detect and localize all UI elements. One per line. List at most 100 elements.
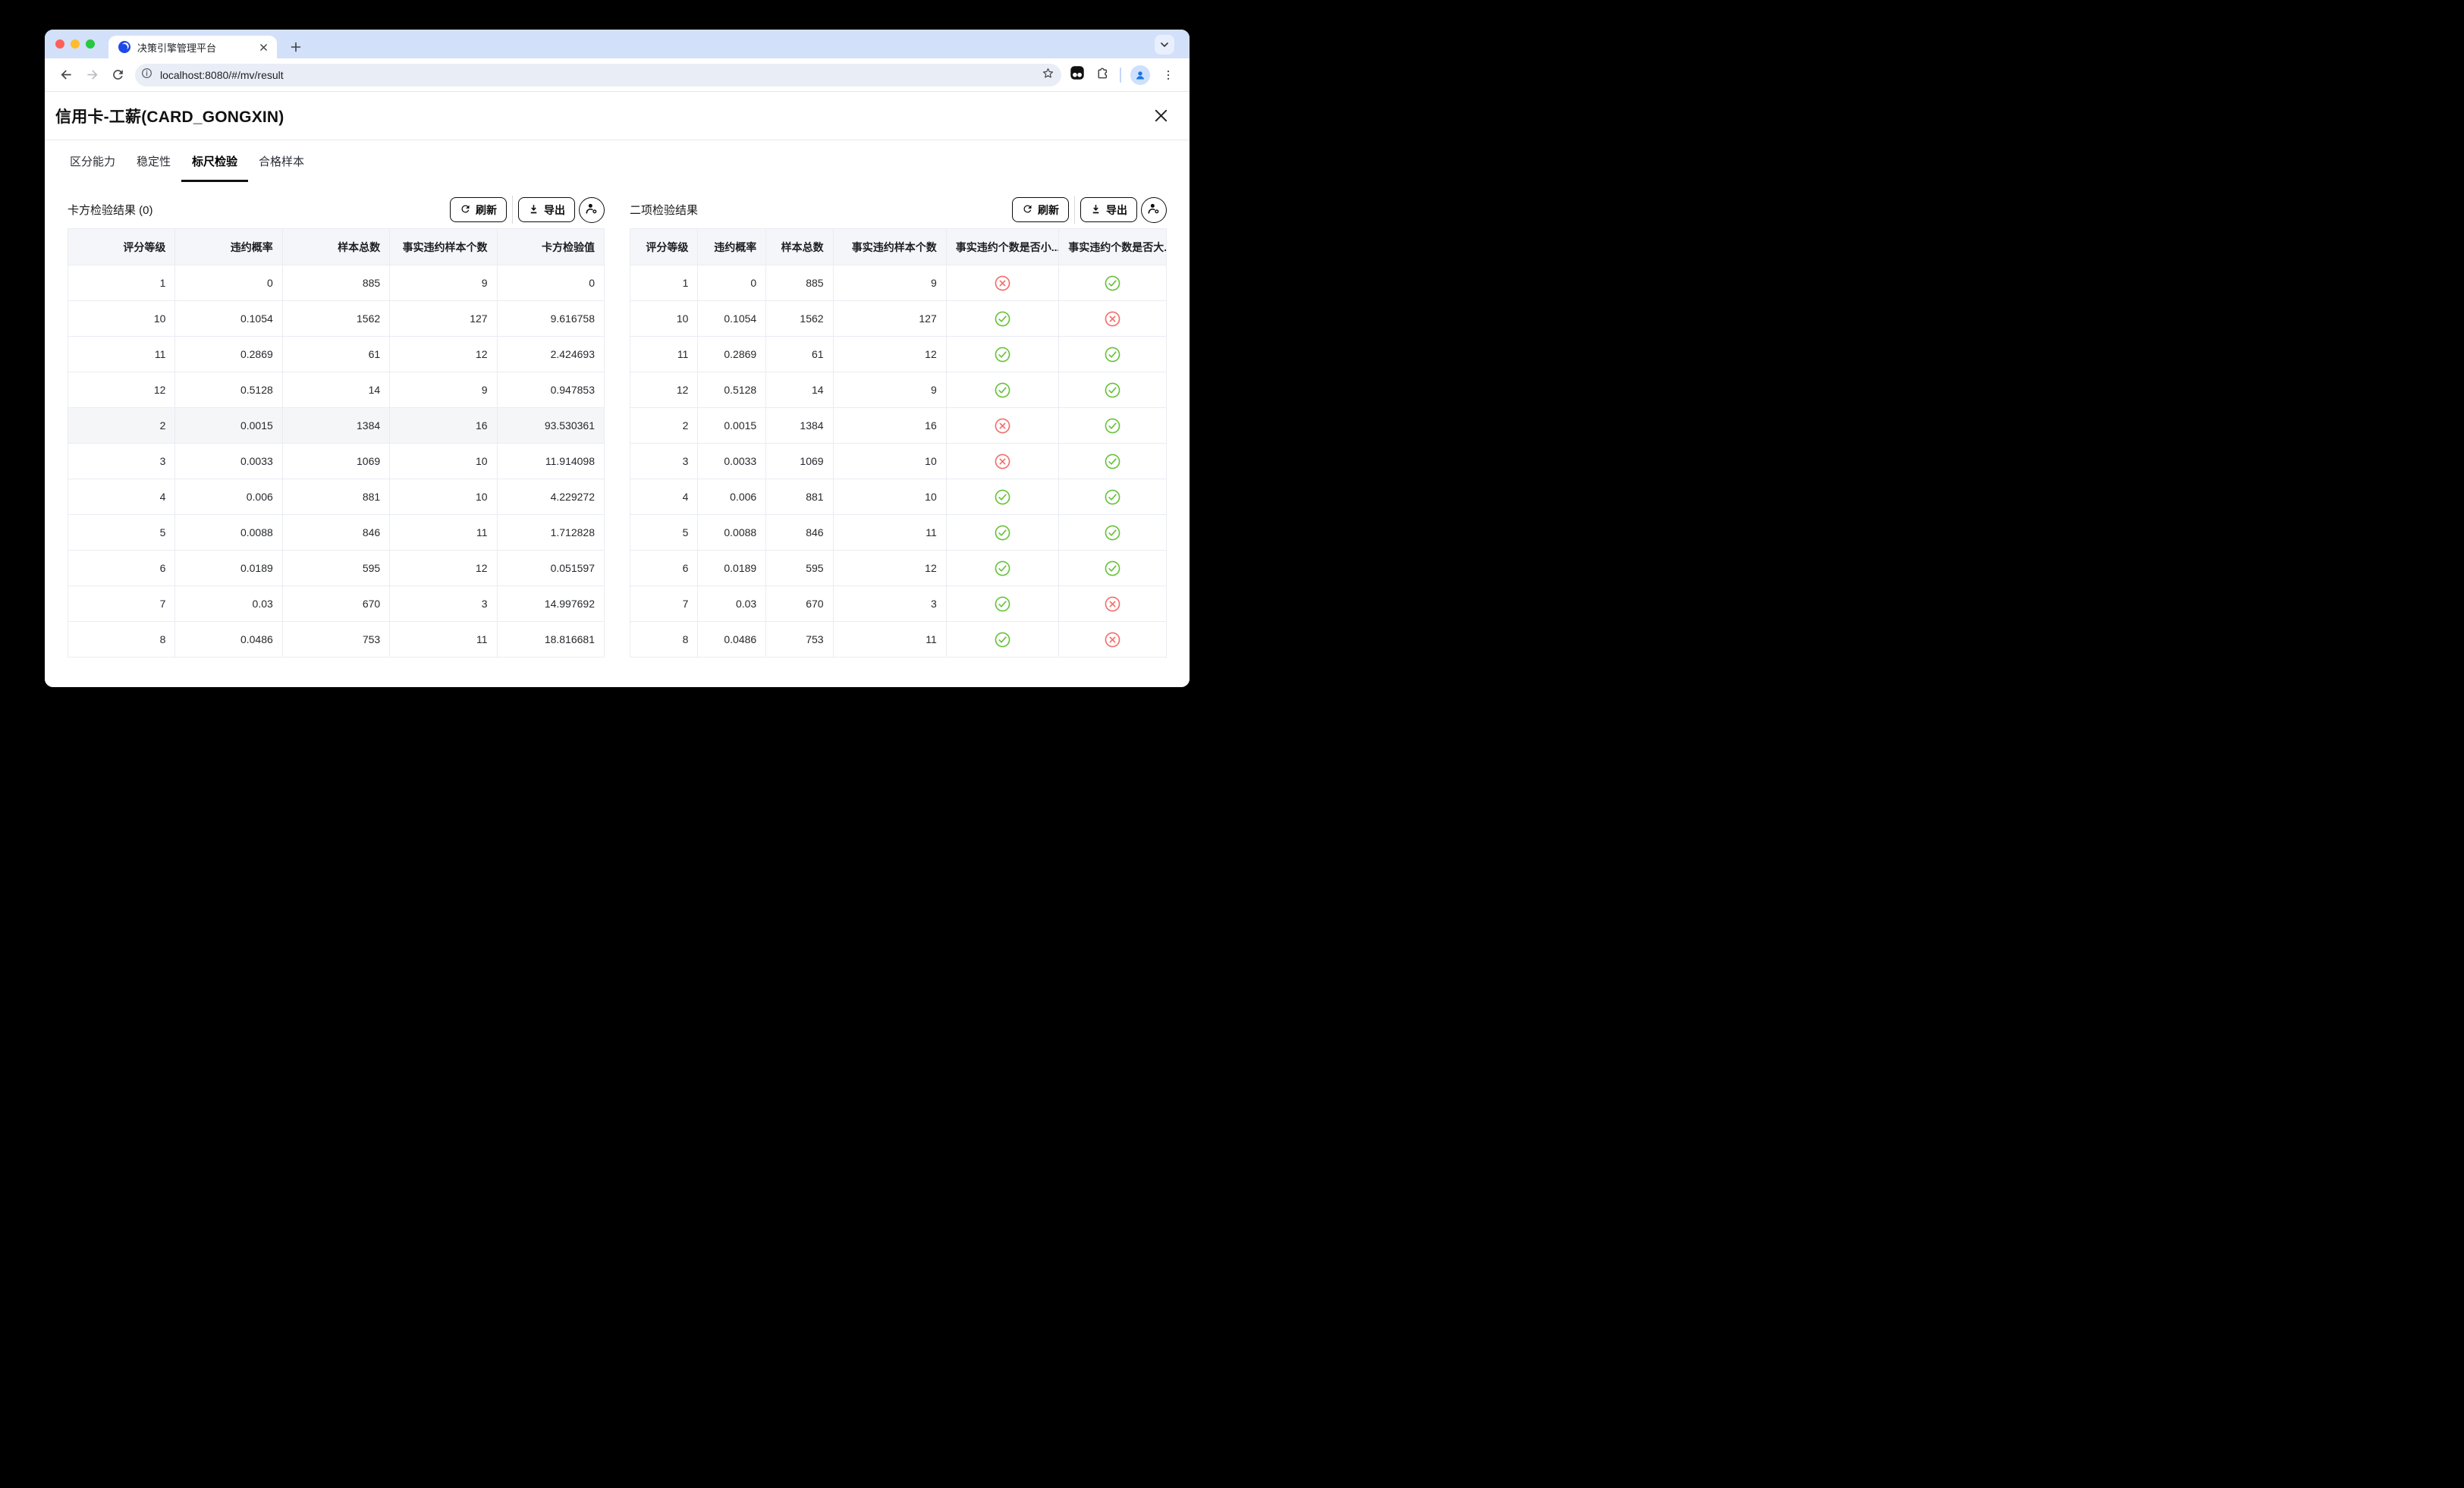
tab-close-icon[interactable] bbox=[257, 41, 269, 53]
cell bbox=[1059, 622, 1167, 658]
cell: 2 bbox=[630, 408, 698, 444]
page-tab-0[interactable]: 区分能力 bbox=[59, 153, 126, 182]
table-row: 60.018959512 bbox=[630, 551, 1167, 586]
cell: 18.816681 bbox=[497, 622, 604, 658]
cell: 0.5128 bbox=[698, 372, 766, 408]
cell: 14.997692 bbox=[497, 586, 604, 622]
cell: 846 bbox=[766, 515, 833, 551]
address-bar[interactable]: localhost:8080/#/mv/result bbox=[135, 64, 1061, 86]
cell bbox=[1059, 551, 1167, 586]
cell: 3 bbox=[630, 444, 698, 479]
site-info-icon[interactable] bbox=[140, 66, 154, 84]
cell: 0.006 bbox=[698, 479, 766, 515]
export-button[interactable]: 导出 bbox=[518, 197, 575, 222]
extension-badge-icon[interactable] bbox=[1069, 64, 1086, 85]
cell: 1384 bbox=[766, 408, 833, 444]
cell: 595 bbox=[766, 551, 833, 586]
page-content: 信用卡-工薪(CARD_GONGXIN) 区分能力稳定性标尺检验合格样本 卡方检… bbox=[45, 92, 1190, 687]
cell bbox=[946, 337, 1058, 372]
page-tab-2[interactable]: 标尺检验 bbox=[181, 153, 248, 182]
cell: 0.947853 bbox=[497, 372, 604, 408]
table-row: 40.006881104.229272 bbox=[68, 479, 605, 515]
new-tab-button[interactable] bbox=[286, 37, 306, 57]
cell: 0 bbox=[698, 265, 766, 301]
column-header: 样本总数 bbox=[766, 229, 833, 265]
pass-icon bbox=[995, 489, 1010, 505]
cell bbox=[946, 301, 1058, 337]
cell: 12 bbox=[833, 551, 946, 586]
column-settings-button[interactable] bbox=[1141, 197, 1167, 223]
dialog-close-icon[interactable] bbox=[1152, 107, 1170, 125]
cell: 1 bbox=[68, 265, 175, 301]
column-header: 评分等级 bbox=[68, 229, 175, 265]
cell: 11.914098 bbox=[497, 444, 604, 479]
table-row: 20.001513841693.530361 bbox=[68, 408, 605, 444]
browser-tab-title: 决策引擎管理平台 bbox=[137, 40, 257, 55]
page-tab-1[interactable]: 稳定性 bbox=[126, 153, 181, 182]
cell bbox=[1059, 265, 1167, 301]
extensions-puzzle-icon[interactable] bbox=[1095, 65, 1111, 85]
cell: 7 bbox=[630, 586, 698, 622]
refresh-icon bbox=[460, 203, 471, 217]
cell bbox=[946, 265, 1058, 301]
cell: 14 bbox=[766, 372, 833, 408]
profile-avatar[interactable] bbox=[1130, 65, 1150, 85]
cell: 0.5128 bbox=[175, 372, 282, 408]
cell: 9 bbox=[390, 265, 497, 301]
panel-head: 二项检验结果 刷新 导出 bbox=[630, 197, 1167, 222]
cell: 0.0486 bbox=[175, 622, 282, 658]
cell: 10 bbox=[833, 444, 946, 479]
table-header-row: 评分等级违约概率样本总数事实违约样本个数事实违约个数是否小...事实违约个数是否… bbox=[630, 229, 1167, 265]
cell bbox=[1059, 586, 1167, 622]
browser-tab-strip: 决策引擎管理平台 bbox=[45, 30, 1190, 58]
cell: 0.1054 bbox=[698, 301, 766, 337]
cell: 5 bbox=[630, 515, 698, 551]
page-tab-3[interactable]: 合格样本 bbox=[248, 153, 315, 182]
table-row: 100.105415621279.616758 bbox=[68, 301, 605, 337]
table-row: 30.0033106910 bbox=[630, 444, 1167, 479]
pass-icon bbox=[995, 382, 1010, 398]
cell: 9 bbox=[390, 372, 497, 408]
cell: 1.712828 bbox=[497, 515, 604, 551]
cell: 9.616758 bbox=[497, 301, 604, 337]
back-icon[interactable] bbox=[53, 62, 79, 88]
table-row: 70.03670314.997692 bbox=[68, 586, 605, 622]
reload-icon[interactable] bbox=[105, 62, 130, 88]
refresh-button[interactable]: 刷新 bbox=[1012, 197, 1069, 222]
cell bbox=[946, 444, 1058, 479]
close-window-button[interactable] bbox=[55, 39, 64, 49]
cell bbox=[946, 408, 1058, 444]
export-button[interactable]: 导出 bbox=[1080, 197, 1137, 222]
chi-square-table: 评分等级违约概率样本总数事实违约样本个数卡方检验值1088590100.1054… bbox=[68, 228, 605, 658]
cell: 0.0033 bbox=[175, 444, 282, 479]
cell: 16 bbox=[833, 408, 946, 444]
pass-icon bbox=[995, 560, 1010, 576]
pass-icon bbox=[995, 632, 1010, 648]
column-settings-button[interactable] bbox=[579, 197, 605, 223]
forward-icon[interactable] bbox=[79, 62, 105, 88]
refresh-icon bbox=[1022, 203, 1033, 217]
download-icon bbox=[528, 203, 539, 217]
browser-tab[interactable]: 决策引擎管理平台 bbox=[108, 36, 277, 58]
pass-icon bbox=[1105, 489, 1120, 505]
cell bbox=[946, 515, 1058, 551]
table-row: 20.0015138416 bbox=[630, 408, 1167, 444]
cell: 4.229272 bbox=[497, 479, 604, 515]
menu-kebab-icon[interactable] bbox=[1159, 66, 1177, 84]
cell: 5 bbox=[68, 515, 175, 551]
minimize-window-button[interactable] bbox=[71, 39, 80, 49]
refresh-button[interactable]: 刷新 bbox=[450, 197, 507, 222]
cell bbox=[946, 372, 1058, 408]
fail-icon bbox=[995, 454, 1010, 469]
cell: 1562 bbox=[766, 301, 833, 337]
bookmark-star-icon[interactable] bbox=[1041, 66, 1055, 84]
cell: 1069 bbox=[766, 444, 833, 479]
tab-search-button[interactable] bbox=[1155, 35, 1174, 55]
cell: 0.0189 bbox=[175, 551, 282, 586]
cell: 0.0015 bbox=[175, 408, 282, 444]
user-gear-icon bbox=[1146, 201, 1161, 218]
cell: 10 bbox=[68, 301, 175, 337]
table-row: 50.008884611 bbox=[630, 515, 1167, 551]
zoom-window-button[interactable] bbox=[86, 39, 95, 49]
cell: 12 bbox=[630, 372, 698, 408]
